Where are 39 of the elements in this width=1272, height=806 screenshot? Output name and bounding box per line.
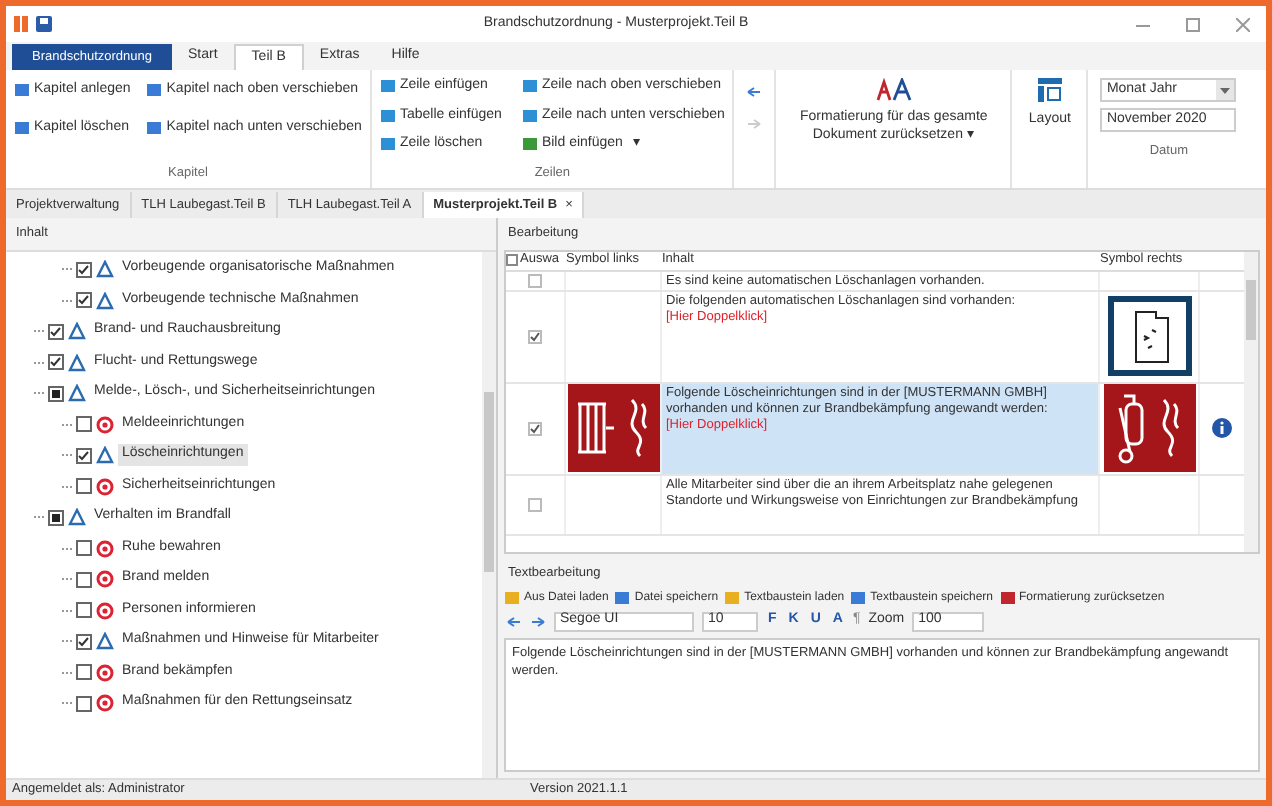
document-icon: [68, 508, 86, 526]
fire-hose-sign-icon: [567, 384, 659, 473]
tree-checkbox[interactable]: [76, 261, 92, 277]
tree-checkbox[interactable]: [48, 354, 64, 370]
tree-checkbox[interactable]: [76, 478, 92, 494]
extinguishing-system-sign-icon: [1107, 296, 1191, 377]
row-checkbox[interactable]: [528, 497, 542, 512]
tree-checkbox[interactable]: [76, 664, 92, 680]
row-checkbox[interactable]: [528, 329, 542, 344]
maximize-icon[interactable]: [1186, 17, 1200, 31]
tree-checkbox[interactable]: [76, 571, 92, 587]
fire-extinguisher-sign-icon: [1103, 384, 1195, 473]
chevron-down-icon: [1220, 87, 1231, 93]
layout-icon: [1037, 78, 1062, 102]
info-icon[interactable]: [1212, 418, 1232, 439]
tree-checkbox[interactable]: [76, 416, 92, 432]
tree-checkbox[interactable]: [76, 602, 92, 618]
app-logo-icon: [14, 16, 30, 32]
row-checkbox[interactable]: [528, 421, 542, 436]
redo-icon[interactable]: [530, 615, 546, 627]
tree-checkbox[interactable]: [76, 447, 92, 463]
undo-icon[interactable]: [506, 615, 522, 627]
document-icon: [96, 632, 114, 650]
scrollbar[interactable]: [1244, 251, 1258, 552]
tree-checkbox[interactable]: [76, 540, 92, 556]
tree-checkbox[interactable]: [76, 292, 92, 308]
close-icon[interactable]: [1236, 17, 1250, 31]
select-all-checkbox[interactable]: [506, 254, 518, 267]
undo-icon[interactable]: [746, 86, 763, 98]
tree-checkbox[interactable]: [76, 695, 92, 711]
tree-checkbox[interactable]: [48, 509, 64, 525]
checkmark-icon: [530, 331, 540, 342]
scrollbar[interactable]: [482, 251, 496, 778]
checkmark-icon: [530, 423, 540, 434]
tree-checkbox[interactable]: [48, 385, 64, 401]
document-icon: [96, 446, 114, 464]
tree-checkbox[interactable]: [48, 323, 64, 339]
row-checkbox[interactable]: [528, 273, 542, 288]
tree-checkbox[interactable]: [76, 633, 92, 649]
